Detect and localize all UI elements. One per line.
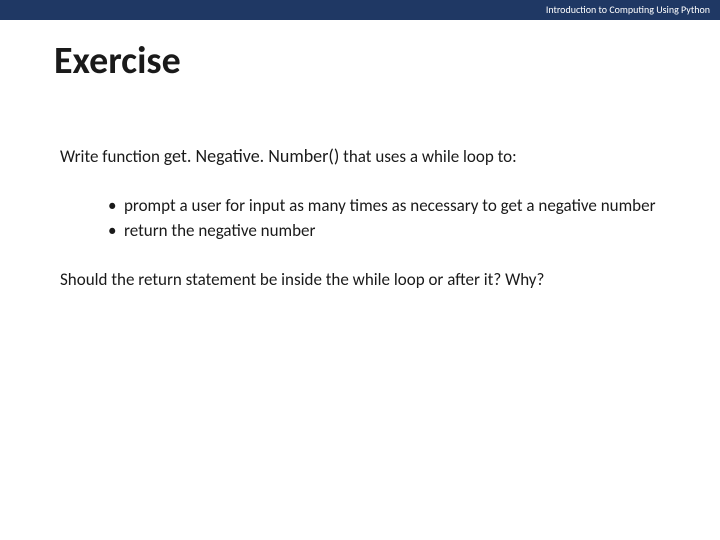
list-item: prompt a user for input as many times as… [108,195,660,218]
slide: Introduction to Computing Using Python E… [0,0,720,540]
function-name: get. Negative. Number() [164,145,340,167]
course-header-bar: Introduction to Computing Using Python [0,0,720,20]
question-paragraph: Should the return statement be inside th… [60,269,580,292]
course-title: Introduction to Computing Using Python [546,3,710,16]
slide-body: Write function get. Negative. Number() t… [60,144,660,292]
intro-paragraph: Write function get. Negative. Number() t… [60,144,660,169]
bullet-list: prompt a user for input as many times as… [108,195,660,243]
intro-suffix: that uses a while loop to: [339,146,516,167]
intro-prefix: Write function [60,146,164,167]
slide-title: Exercise [54,38,720,84]
list-item: return the negative number [108,220,660,243]
